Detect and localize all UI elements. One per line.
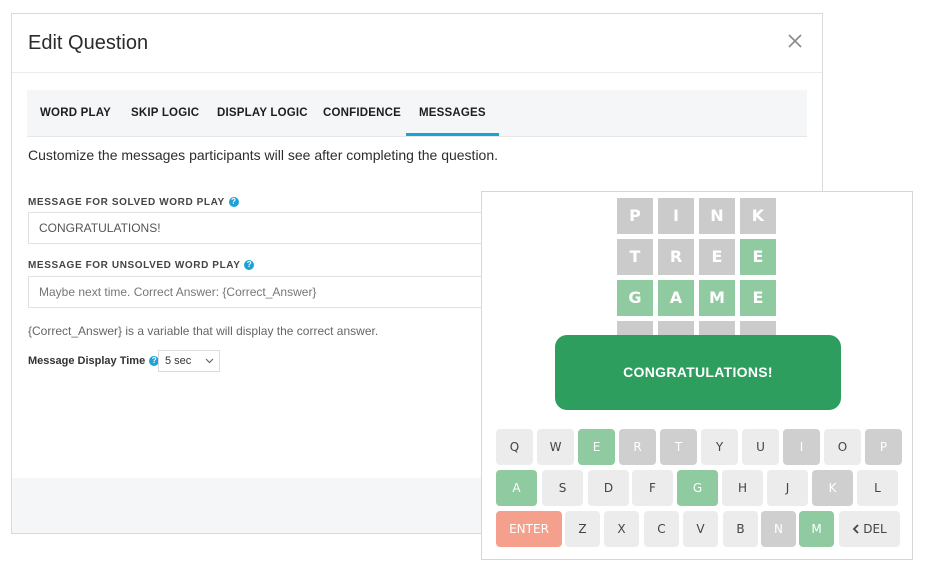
key-v[interactable]: V: [683, 511, 718, 547]
variable-hint: {Correct_Answer} is a variable that will…: [28, 324, 379, 338]
key-h[interactable]: H: [722, 470, 763, 506]
tab-bar: WORD PLAY SKIP LOGIC DISPLAY LOGIC CONFI…: [27, 90, 807, 137]
key-w[interactable]: W: [537, 429, 574, 465]
letter-tile: E: [740, 280, 776, 316]
unsolved-message-label: MESSAGE FOR UNSOLVED WORD PLAY?: [28, 260, 255, 271]
key-g[interactable]: G: [677, 470, 718, 506]
key-enter[interactable]: ENTER: [496, 511, 562, 547]
letter-tile: A: [658, 280, 694, 316]
tab-word-play[interactable]: WORD PLAY: [27, 90, 124, 136]
modal-title: Edit Question: [28, 32, 149, 54]
key-del[interactable]: DEL: [839, 511, 900, 547]
congratulations-toast: CONGRATULATIONS!: [555, 335, 841, 410]
letter-tile: P: [617, 198, 653, 234]
game-preview: PINKTREEGAME CONGRATULATIONS! QWERTYUIOP…: [481, 191, 913, 560]
letter-tile: K: [740, 198, 776, 234]
key-s[interactable]: S: [542, 470, 583, 506]
letter-tile: M: [699, 280, 735, 316]
help-icon[interactable]: ?: [228, 197, 239, 207]
key-a[interactable]: A: [496, 470, 537, 506]
letter-tile: E: [740, 239, 776, 275]
letter-tile: R: [658, 239, 694, 275]
key-k[interactable]: K: [812, 470, 853, 506]
solved-message-label-text: MESSAGE FOR SOLVED WORD PLAY: [28, 197, 225, 208]
unsolved-message-input[interactable]: [28, 276, 498, 308]
chevron-left-icon: [852, 522, 863, 536]
key-n[interactable]: N: [761, 511, 796, 547]
key-e[interactable]: E: [578, 429, 615, 465]
key-r[interactable]: R: [619, 429, 656, 465]
modal-header: Edit Question: [12, 14, 822, 73]
letter-tile: T: [617, 239, 653, 275]
chevron-down-icon: [205, 358, 214, 364]
key-q[interactable]: Q: [496, 429, 533, 465]
letter-tile: I: [658, 198, 694, 234]
letter-tile: E: [699, 239, 735, 275]
intro-text: Customize the messages participants will…: [28, 147, 499, 163]
key-l[interactable]: L: [857, 470, 898, 506]
key-x[interactable]: X: [604, 511, 639, 547]
letter-tile: N: [699, 198, 735, 234]
display-time-label-text: Message Display Time: [28, 355, 146, 367]
display-time-label: Message Display Time?: [28, 355, 160, 367]
key-f[interactable]: F: [632, 470, 673, 506]
key-d[interactable]: D: [588, 470, 629, 506]
key-m[interactable]: M: [799, 511, 834, 547]
display-time-value: 5 sec: [165, 355, 192, 367]
key-z[interactable]: Z: [565, 511, 600, 547]
close-icon: [788, 34, 802, 48]
tab-display-logic[interactable]: DISPLAY LOGIC: [204, 90, 321, 136]
key-j[interactable]: J: [767, 470, 808, 506]
key-o[interactable]: O: [824, 429, 861, 465]
solved-message-input[interactable]: [28, 212, 498, 244]
help-icon[interactable]: ?: [244, 260, 255, 270]
unsolved-message-label-text: MESSAGE FOR UNSOLVED WORD PLAY: [28, 260, 241, 271]
key-label: DEL: [863, 522, 887, 536]
close-button[interactable]: [786, 32, 804, 50]
key-p[interactable]: P: [865, 429, 902, 465]
key-c[interactable]: C: [644, 511, 679, 547]
key-t[interactable]: T: [660, 429, 697, 465]
solved-message-label: MESSAGE FOR SOLVED WORD PLAY?: [28, 197, 239, 208]
key-u[interactable]: U: [742, 429, 779, 465]
letter-tile: G: [617, 280, 653, 316]
key-y[interactable]: Y: [701, 429, 738, 465]
tab-messages[interactable]: MESSAGES: [406, 90, 499, 136]
tab-confidence[interactable]: CONFIDENCE: [310, 90, 414, 136]
tab-skip-logic[interactable]: SKIP LOGIC: [118, 90, 212, 136]
key-i[interactable]: I: [783, 429, 820, 465]
display-time-select[interactable]: 5 sec: [158, 350, 220, 372]
key-b[interactable]: B: [723, 511, 758, 547]
